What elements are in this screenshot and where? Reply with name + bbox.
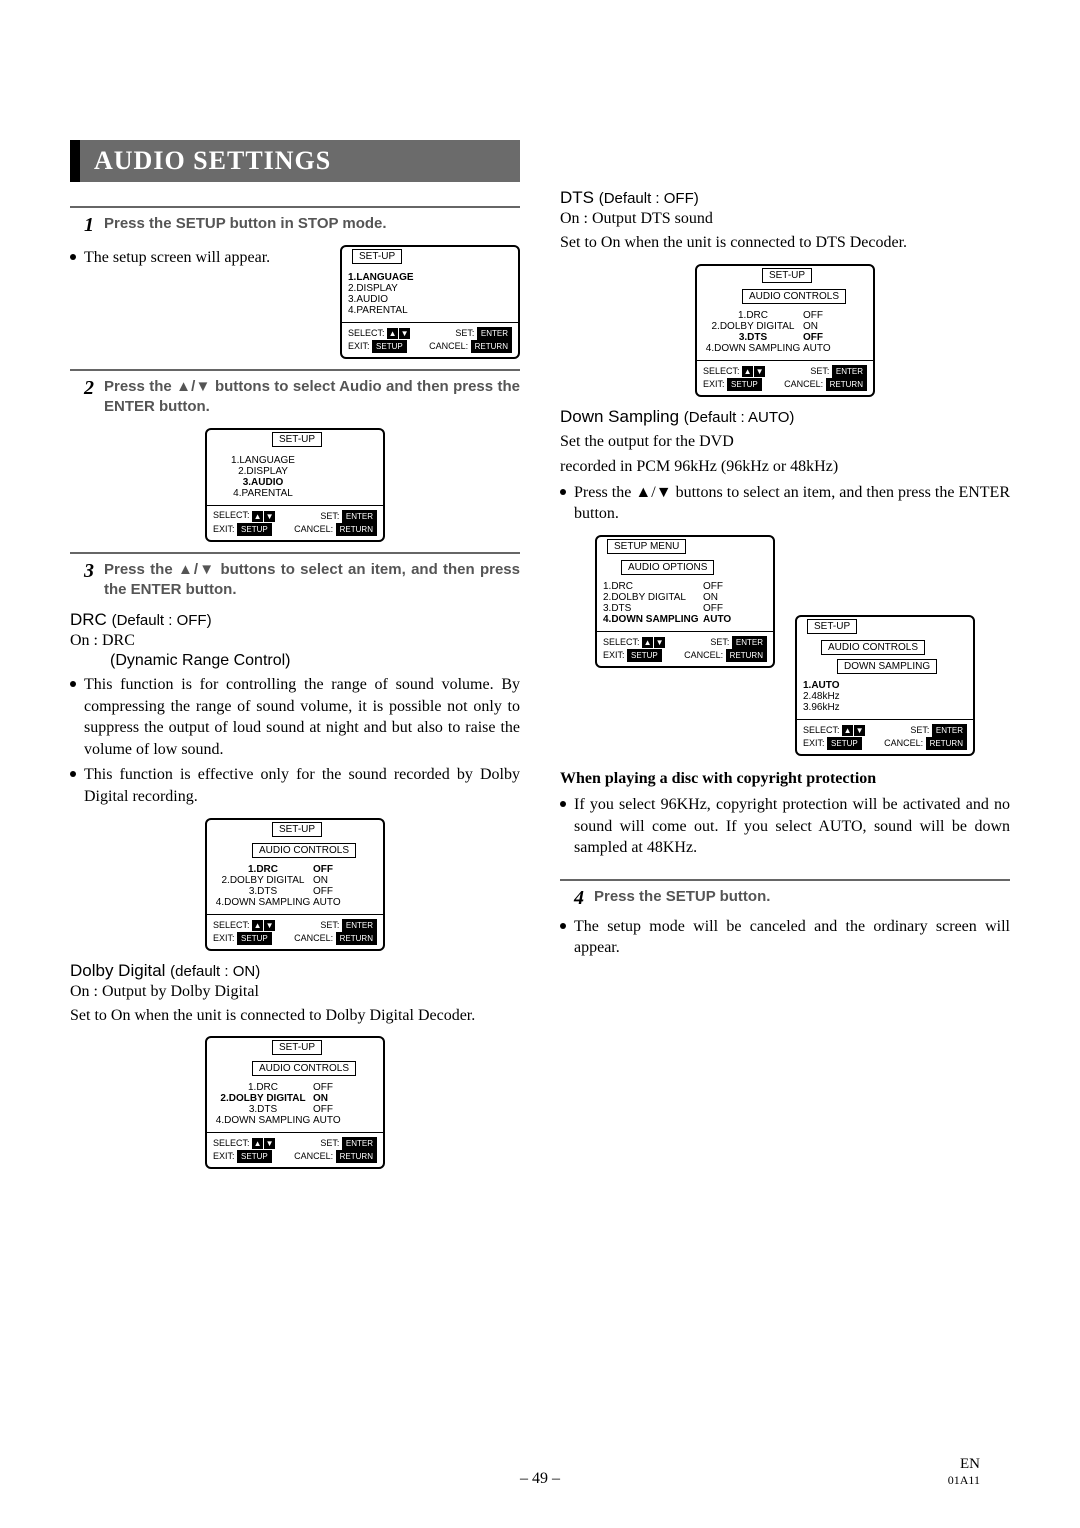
drc-sub: (Dynamic Range Control) [110,652,520,670]
page-number: – 49 – [0,1470,1080,1488]
page-title: AUDIO SETTINGS [70,140,520,182]
step-number: 1 [70,214,94,237]
dolby-p1: Set to On when the unit is connected to … [70,1005,520,1027]
manual-page: AUDIO SETTINGS 1 Press the SETUP button … [0,0,1080,1528]
after-step4-text: The setup mode will be canceled and the … [560,916,1010,959]
step-number: 2 [70,377,94,400]
down-p1: Set the output for the DVD [560,431,1010,453]
drc-p1: This function is for controlling the ran… [70,674,520,760]
drc-p2: This function is effective only for the … [70,764,520,807]
drc-on: On : DRC [70,632,520,650]
step-3-text: Press the ▲/▼ buttons to select an item,… [104,560,520,601]
drc-heading: DRC (Default : OFF) [70,610,520,630]
right-column: DTS (Default : OFF) On : Output DTS soun… [560,140,1010,1179]
dts-on: On : Output DTS sound [560,210,1010,228]
down-heading: Down Sampling (Default : AUTO) [560,407,1010,427]
dts-p1: Set to On when the unit is connected to … [560,232,1010,254]
copyright-head: When playing a disc with copyright prote… [560,770,1010,788]
osd-audio-dts: SET-UP AUDIO CONTROLS 1.DRCOFF 2.DOLBY D… [695,262,875,397]
down-p2: recorded in PCM 96kHz (96kHz or 48kHz) [560,456,1010,478]
osd-down-sampling-sub: SET-UP AUDIO CONTROLS DOWN SAMPLING 1.AU… [795,613,975,756]
dolby-heading: Dolby Digital (default : ON) [70,961,520,981]
step-number: 3 [70,560,94,583]
copyright-p: If you select 96KHz, copyright protectio… [560,794,1010,859]
step-1-text: Press the SETUP button in STOP mode. [104,214,520,234]
step-number: 4 [560,887,584,910]
footer-right: EN 01A11 [948,1456,980,1488]
dts-heading: DTS (Default : OFF) [560,188,1010,208]
step-4-text: Press the SETUP button. [594,887,1010,907]
osd-audio-down: SETUP MENU AUDIO OPTIONS 1.DRCOFF 2.DOLB… [595,533,775,668]
step-4: 4 Press the SETUP button. [560,887,1010,910]
dolby-on: On : Output by Dolby Digital [70,983,520,1001]
osd-setup-main-2: SET-UP 1.LANGUAGE 2.DISPLAY 3.AUDIO 4.PA… [205,426,385,542]
step-2: 2 Press the ▲/▼ buttons to select Audio … [70,377,520,418]
after-step1-text: The setup screen will appear. [70,247,330,269]
osd-setup-main-1: SET-UP 1.LANGUAGE 2.DISPLAY 3.AUDIO 4.PA… [340,243,520,359]
down-bul: Press the ▲/▼ buttons to select an item,… [560,482,1010,525]
step-1: 1 Press the SETUP button in STOP mode. [70,214,520,237]
osd-audio-drc: SET-UP AUDIO CONTROLS 1.DRCOFF 2.DOLBY D… [205,816,385,951]
osd-audio-dolby: SET-UP AUDIO CONTROLS 1.DRCOFF 2.DOLBY D… [205,1034,385,1169]
step-2-text: Press the ▲/▼ buttons to select Audio an… [104,377,520,418]
left-column: AUDIO SETTINGS 1 Press the SETUP button … [70,140,520,1179]
step-3: 3 Press the ▲/▼ buttons to select an ite… [70,560,520,601]
